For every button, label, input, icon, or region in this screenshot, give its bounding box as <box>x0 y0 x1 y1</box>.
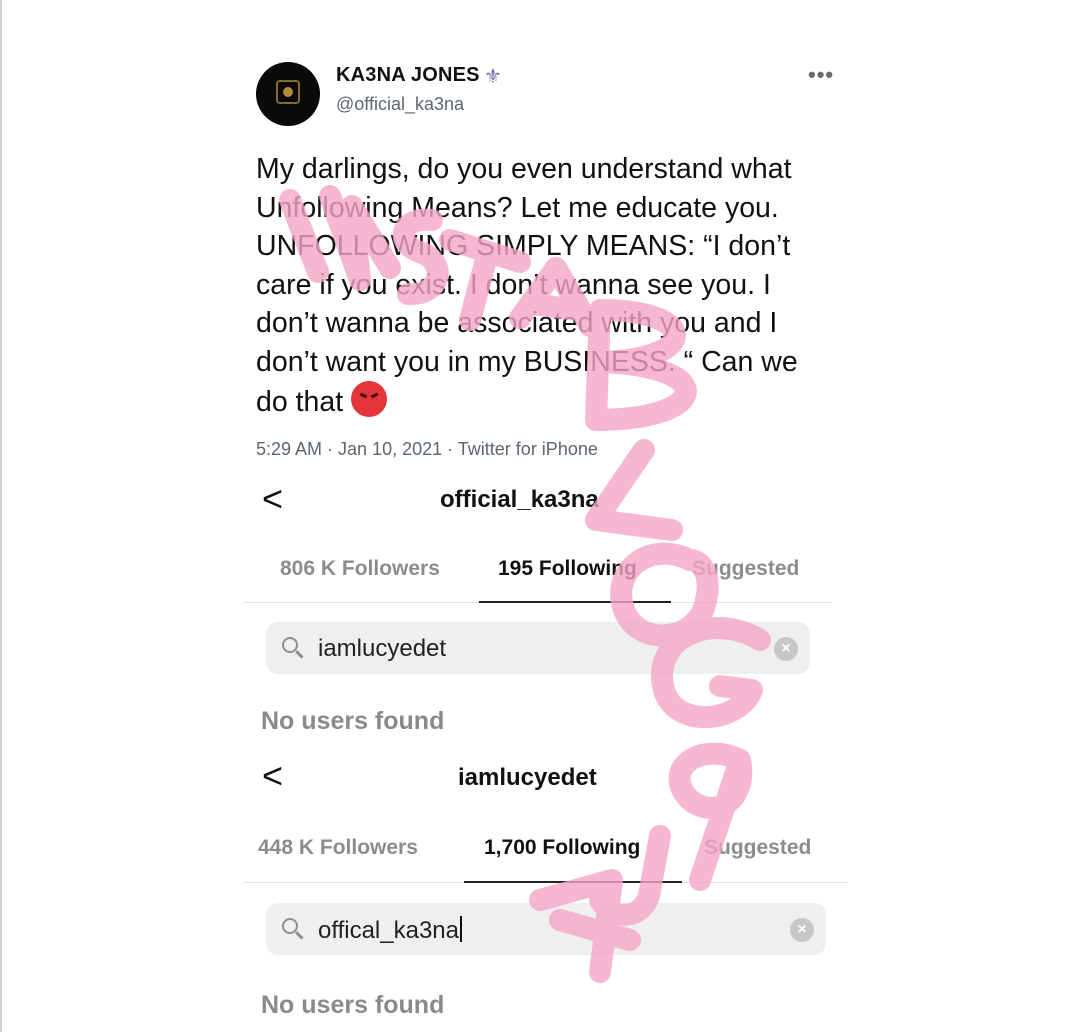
search-icon <box>282 918 298 934</box>
tab-following[interactable]: 1,700 Following <box>484 836 640 860</box>
tab-followers[interactable]: 448 K Followers <box>258 836 418 860</box>
tweet-line: My darlings, do you even understand what <box>256 153 792 185</box>
tweet-text: My darlings, do you even understand what… <box>256 150 856 422</box>
search-icon <box>282 637 298 653</box>
search-input[interactable]: offical_ka3na <box>318 916 462 945</box>
tweet-line-last: do that <box>256 381 856 422</box>
display-name[interactable]: KA3NA JONES <box>336 64 480 87</box>
back-chevron-icon[interactable]: < <box>262 478 283 520</box>
tab-suggested[interactable]: Suggested <box>692 557 799 581</box>
active-tab-indicator <box>479 601 671 603</box>
search-value: offical_ka3na <box>318 917 459 944</box>
empty-state-text: No users found <box>261 991 445 1019</box>
tab-following[interactable]: 195 Following <box>498 557 637 581</box>
tweet-line: do that <box>256 386 344 418</box>
empty-state-text: No users found <box>261 707 445 735</box>
more-options-icon[interactable]: ••• <box>808 62 834 88</box>
clear-icon[interactable]: × <box>774 637 798 661</box>
back-chevron-icon[interactable]: < <box>262 755 283 797</box>
tweet-line: don’t wanna be associated with you and I <box>256 307 778 339</box>
active-tab-indicator <box>464 881 682 883</box>
profile-title: official_ka3na <box>440 486 599 513</box>
tweet-line: UNFOLLOWING SIMPLY MEANS: “I don’t <box>256 230 791 262</box>
left-border <box>0 0 2 1032</box>
clear-icon[interactable]: × <box>790 918 814 942</box>
avatar-logo-icon <box>276 80 300 104</box>
search-input[interactable]: iamlucyedet <box>318 635 446 663</box>
fleur-de-lis-icon: ⚜ <box>484 66 502 88</box>
user-handle[interactable]: @official_ka3na <box>336 94 464 115</box>
profile-title: iamlucyedet <box>458 764 597 791</box>
tab-followers[interactable]: 806 K Followers <box>280 557 440 581</box>
tweet-line: Unfollowing Means? Let me educate you. <box>256 191 779 224</box>
avatar[interactable] <box>256 62 320 126</box>
tab-suggested[interactable]: Suggested <box>704 836 811 860</box>
angry-face-icon <box>351 381 388 417</box>
tweet-meta[interactable]: 5:29 AM · Jan 10, 2021 · Twitter for iPh… <box>256 439 598 460</box>
search-bar[interactable]: iamlucyedet × <box>266 622 810 674</box>
tweet-line: don’t want you in my BUSINESS. “ Can we <box>256 345 798 378</box>
tweet-line: care if you exist. I don’t wanna see you… <box>256 268 771 301</box>
text-cursor <box>460 916 462 942</box>
search-bar[interactable]: offical_ka3na × <box>266 903 826 955</box>
